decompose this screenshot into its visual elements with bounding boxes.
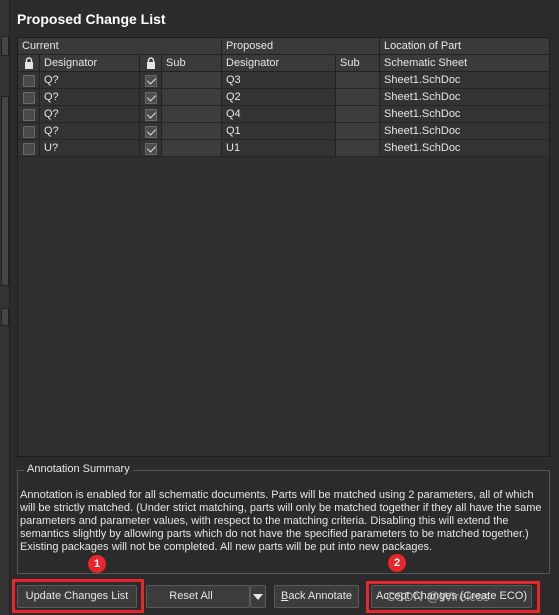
- back-annotate-button[interactable]: Back Annotate: [274, 585, 359, 608]
- current-lock-checkbox[interactable]: [23, 109, 35, 121]
- annotation-summary-title: Annotation Summary: [24, 463, 133, 475]
- column-header-row: Designator Sub Designator Sub Schematic …: [18, 55, 549, 72]
- current-lock-checkbox[interactable]: [23, 75, 35, 87]
- column-header-schematic-sheet[interactable]: Schematic Sheet: [380, 55, 551, 71]
- proposed-sub-cell: [336, 123, 380, 139]
- current-designator-cell: Q?: [40, 89, 140, 105]
- change-list-grid: Current Proposed Location of Part Design…: [17, 37, 550, 457]
- schematic-sheet-cell: Sheet1.SchDoc: [384, 91, 461, 103]
- proposed-lock-checkbox[interactable]: [145, 143, 157, 155]
- chevron-down-icon: [253, 594, 263, 600]
- left-panel-edge: [0, 0, 10, 615]
- lock-icon: [147, 57, 155, 69]
- proposed-lock-checkbox[interactable]: [145, 109, 157, 121]
- proposed-lock-checkbox[interactable]: [145, 126, 157, 138]
- proposed-designator-cell: Q2: [222, 89, 336, 105]
- proposed-designator-cell: U1: [222, 140, 336, 156]
- current-sub-cell: [162, 72, 222, 88]
- proposed-sub-cell: [336, 72, 380, 88]
- current-lock-checkbox[interactable]: [23, 92, 35, 104]
- current-sub-cell: [162, 106, 222, 122]
- proposed-designator-cell: Q4: [222, 106, 336, 122]
- table-row[interactable]: Q? Q4 Sheet1.SchDoc: [18, 106, 549, 123]
- dialog-section-title: Proposed Change List: [17, 11, 166, 27]
- current-sub-cell: [162, 123, 222, 139]
- group-header-row: Current Proposed Location of Part: [18, 38, 549, 55]
- proposed-lock-checkbox[interactable]: [145, 92, 157, 104]
- callout-marker-2: 2: [388, 554, 406, 572]
- schematic-sheet-cell: Sheet1.SchDoc: [384, 108, 461, 120]
- left-panel-button[interactable]: [1, 308, 9, 326]
- left-panel-scrollbar[interactable]: [1, 96, 9, 286]
- current-lock-checkbox[interactable]: [23, 126, 35, 138]
- current-lock-column[interactable]: [18, 55, 40, 71]
- reset-all-button[interactable]: Reset All: [146, 585, 250, 608]
- proposed-designator-cell: Q1: [222, 123, 336, 139]
- watermark: CSDN @Wireless: [386, 589, 490, 604]
- column-header-proposed-sub[interactable]: Sub: [336, 55, 380, 71]
- current-designator-cell: Q?: [40, 123, 140, 139]
- proposed-lock-checkbox[interactable]: [145, 75, 157, 87]
- column-header-designator[interactable]: Designator: [40, 55, 140, 71]
- callout-marker-1: 1: [88, 555, 106, 573]
- highlight-box-update: [12, 579, 144, 613]
- current-sub-cell: [162, 140, 222, 156]
- schematic-sheet-cell: Sheet1.SchDoc: [384, 125, 461, 137]
- schematic-sheet-cell: Sheet1.SchDoc: [384, 74, 461, 86]
- back-annotate-label: ack Annotate: [288, 590, 352, 602]
- column-header-proposed-designator[interactable]: Designator: [222, 55, 336, 71]
- column-header-sub[interactable]: Sub: [162, 55, 222, 71]
- proposed-sub-cell: [336, 140, 380, 156]
- current-lock-checkbox[interactable]: [23, 143, 35, 155]
- annotation-summary-text: Annotation is enabled for all schematic …: [20, 489, 542, 553]
- current-sub-cell: [162, 89, 222, 105]
- proposed-lock-column[interactable]: [140, 55, 162, 71]
- lock-icon: [25, 57, 33, 69]
- proposed-designator-cell: Q3: [222, 72, 336, 88]
- table-row[interactable]: Q? Q2 Sheet1.SchDoc: [18, 89, 549, 106]
- current-designator-cell: U?: [40, 140, 140, 156]
- proposed-sub-cell: [336, 89, 380, 105]
- reset-all-dropdown[interactable]: [250, 585, 266, 608]
- table-row[interactable]: Q? Q1 Sheet1.SchDoc: [18, 123, 549, 140]
- table-row[interactable]: Q? Q3 Sheet1.SchDoc: [18, 72, 549, 89]
- table-row[interactable]: U? U1 Sheet1.SchDoc: [18, 140, 549, 157]
- reset-all-label: Reset All: [169, 590, 213, 602]
- group-proposed: Proposed: [222, 38, 380, 54]
- left-panel-tab[interactable]: [1, 36, 9, 56]
- group-current: Current: [18, 38, 222, 54]
- current-designator-cell: Q?: [40, 72, 140, 88]
- current-designator-cell: Q?: [40, 106, 140, 122]
- group-location: Location of Part: [384, 40, 462, 52]
- schematic-sheet-cell: Sheet1.SchDoc: [384, 142, 461, 154]
- proposed-sub-cell: [336, 106, 380, 122]
